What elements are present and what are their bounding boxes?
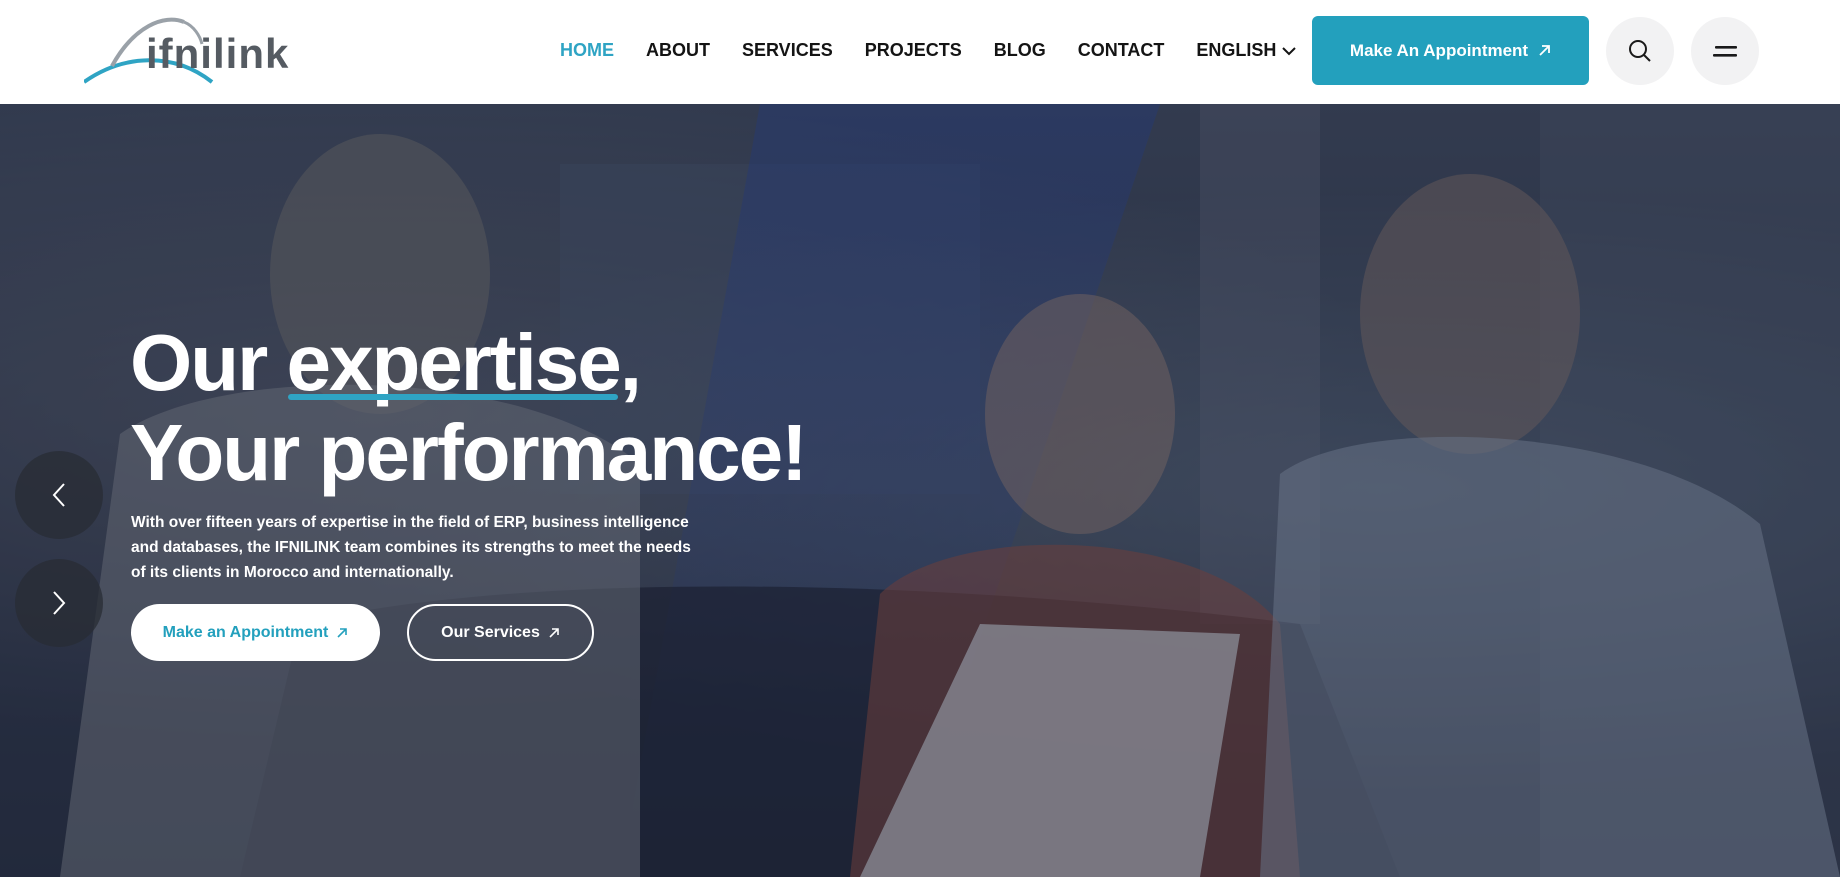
nav-item-services[interactable]: SERVICES [742,40,833,61]
main-nav: HOME ABOUT SERVICES PROJECTS BLOG CONTAC… [560,40,1328,61]
search-button[interactable] [1606,17,1674,85]
hero-title: Our expertise, Your performance! [130,318,808,498]
nav-item-contact[interactable]: CONTACT [1078,40,1165,61]
arrow-up-right-icon [1539,45,1550,56]
hero-title-comma: , [619,318,642,407]
logo-text: ifnilink [146,30,290,77]
chevron-right-icon [53,591,66,615]
language-selector[interactable]: ENGLISH [1196,40,1297,61]
slider-prev-button[interactable] [15,451,103,539]
nav-item-projects[interactable]: PROJECTS [865,40,962,61]
nav-item-about[interactable]: ABOUT [646,40,710,61]
hero-appointment-label: Make an Appointment [162,623,329,641]
menu-icon [1713,46,1737,57]
menu-button[interactable] [1691,17,1759,85]
site-header: ifnilink HOME ABOUT SERVICES PROJECTS BL… [0,0,1840,104]
hero-title-prefix: Our [130,318,287,407]
our-services-label: Our Services [441,623,540,641]
our-services-button[interactable]: Our Services [407,604,594,661]
hero-appointment-button[interactable]: Make an Appointment [131,604,380,661]
arrow-up-right-icon [549,627,559,638]
hero-slider: Our expertise, Your performance! With ov… [0,104,1840,877]
language-label: ENGLISH [1196,40,1277,60]
make-appointment-label: Make An Appointment [1349,40,1529,60]
search-icon [1629,40,1651,62]
nav-item-home[interactable]: HOME [560,40,614,61]
hero-title-highlight: expertise [286,318,621,407]
nav-item-blog[interactable]: BLOG [994,40,1046,61]
hero-title-line2: Your performance! [130,408,808,497]
arrow-up-right-icon [337,627,348,638]
hero-description: With over fifteen years of expertise in … [131,514,691,581]
make-appointment-button[interactable]: Make An Appointment [1312,16,1589,85]
hero-title-line1: Our expertise, [130,318,806,408]
chevron-left-icon [52,483,65,507]
slider-next-button[interactable] [15,559,103,647]
logo[interactable]: ifnilink [84,16,344,88]
chevron-down-icon [1282,46,1297,55]
